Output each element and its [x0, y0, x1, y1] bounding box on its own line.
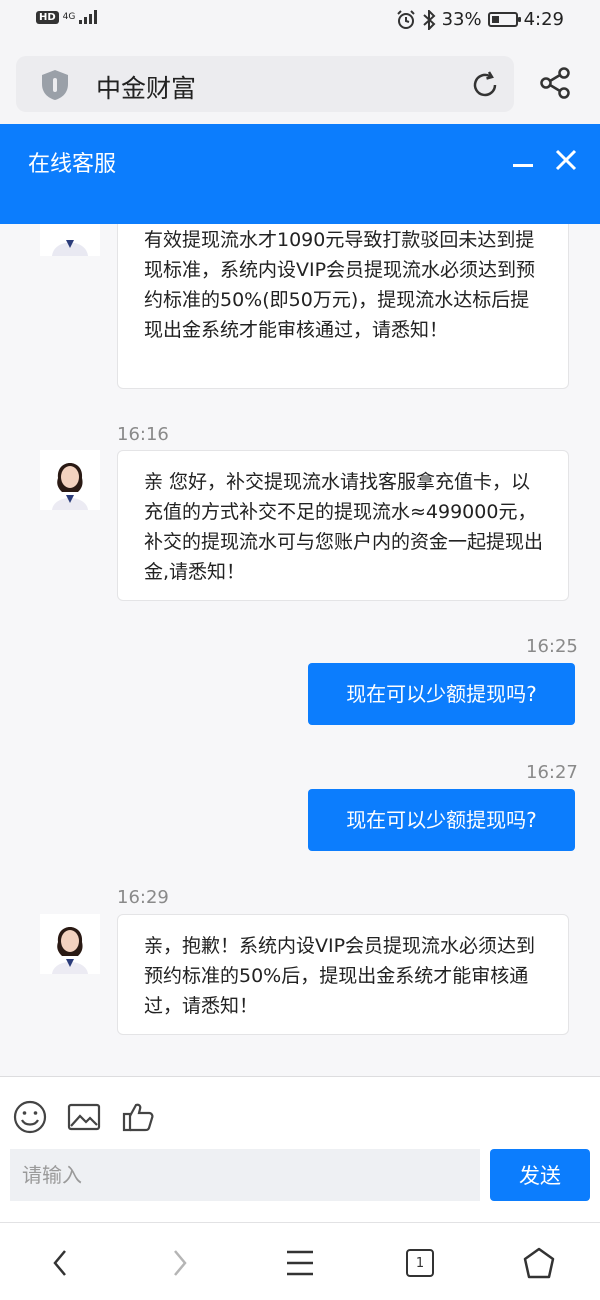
message-text: 现在可以少额提现吗? — [346, 808, 537, 832]
agent-avatar — [40, 224, 100, 256]
forward-button[interactable] — [160, 1243, 200, 1283]
agent-avatar — [40, 914, 100, 974]
address-title[interactable]: 中金财富 — [96, 69, 196, 105]
menu-button[interactable] — [280, 1243, 320, 1283]
message-time: 16:29 — [117, 887, 169, 908]
tabs-icon: 1 — [406, 1249, 434, 1277]
back-button[interactable] — [40, 1243, 80, 1283]
image-icon[interactable] — [66, 1099, 102, 1135]
message-bubble-user: 现在可以少额提现吗? — [308, 789, 575, 851]
browser-bottom-nav: 1 — [0, 1222, 600, 1300]
home-button[interactable] — [519, 1243, 559, 1283]
status-left: HD 4G — [36, 10, 98, 24]
message-input[interactable] — [10, 1149, 480, 1201]
status-right: 33% 4:29 — [396, 9, 564, 30]
send-button[interactable]: 发送 — [490, 1149, 590, 1201]
message-text: 亲 您好，补交提现流水请找客服拿充值卡，以充值的方式补交不足的提现流水≈4990… — [144, 471, 544, 583]
message-bubble-agent: 有效提现流水才1090元导致打款驳回未达到提现标准，系统内设VIP会员提现流水必… — [117, 224, 569, 389]
browser-address-bar: 中金财富 — [0, 42, 600, 124]
reload-icon[interactable] — [470, 70, 500, 100]
tabs-button[interactable]: 1 — [400, 1243, 440, 1283]
hd-badge: HD — [36, 10, 59, 24]
bluetooth-icon — [422, 9, 436, 30]
message-bubble-user: 现在可以少额提现吗? — [308, 663, 575, 725]
message-text: 亲，抱歉！系统内设VIP会员提现流水必须达到预约标准的50%后，提现出金系统才能… — [144, 935, 536, 1017]
message-time: 16:27 — [526, 762, 578, 783]
message-text: 现在可以少额提现吗? — [346, 682, 537, 706]
chat-header: 在线客服 — [0, 124, 600, 224]
message-text: 有效提现流水才1090元导致打款驳回未达到提现标准，系统内设VIP会员提现流水必… — [144, 229, 536, 341]
emoji-icon[interactable] — [12, 1099, 48, 1135]
url-box[interactable]: 中金财富 — [16, 56, 514, 112]
agent-avatar-image — [40, 450, 100, 510]
shield-icon[interactable] — [40, 69, 70, 101]
menu-icon — [287, 1250, 313, 1276]
share-icon[interactable] — [538, 66, 572, 100]
message-bubble-agent: 亲 您好，补交提现流水请找客服拿充值卡，以充值的方式补交不足的提现流水≈4990… — [117, 450, 569, 601]
battery-percent: 33% — [441, 9, 482, 30]
back-icon — [53, 1250, 66, 1276]
close-icon[interactable] — [554, 148, 578, 172]
signal-icon — [79, 10, 98, 24]
alarm-icon — [396, 9, 415, 29]
chat-title: 在线客服 — [28, 152, 117, 177]
chat-input-area: 发送 — [0, 1076, 600, 1222]
clock: 4:29 — [523, 9, 564, 30]
input-toolbar — [12, 1099, 156, 1135]
agent-avatar — [40, 450, 100, 510]
status-bar: HD 4G 33% 4:29 — [0, 0, 600, 42]
message-time: 16:25 — [526, 636, 578, 657]
battery-icon — [487, 12, 521, 27]
agent-avatar-image — [40, 914, 100, 974]
battery-fill — [491, 16, 499, 23]
home-icon — [523, 1247, 555, 1279]
network-label: 4G — [62, 12, 76, 22]
message-bubble-agent: 亲，抱歉！系统内设VIP会员提现流水必须达到预约标准的50%后，提现出金系统才能… — [117, 914, 569, 1035]
forward-icon — [174, 1250, 187, 1276]
minimize-icon[interactable] — [512, 154, 534, 176]
thumbs-up-icon[interactable] — [120, 1099, 156, 1135]
message-time: 16:16 — [117, 424, 169, 445]
agent-avatar-image — [40, 224, 100, 256]
message-list[interactable]: 有效提现流水才1090元导致打款驳回未达到提现标准，系统内设VIP会员提现流水必… — [0, 224, 600, 1076]
